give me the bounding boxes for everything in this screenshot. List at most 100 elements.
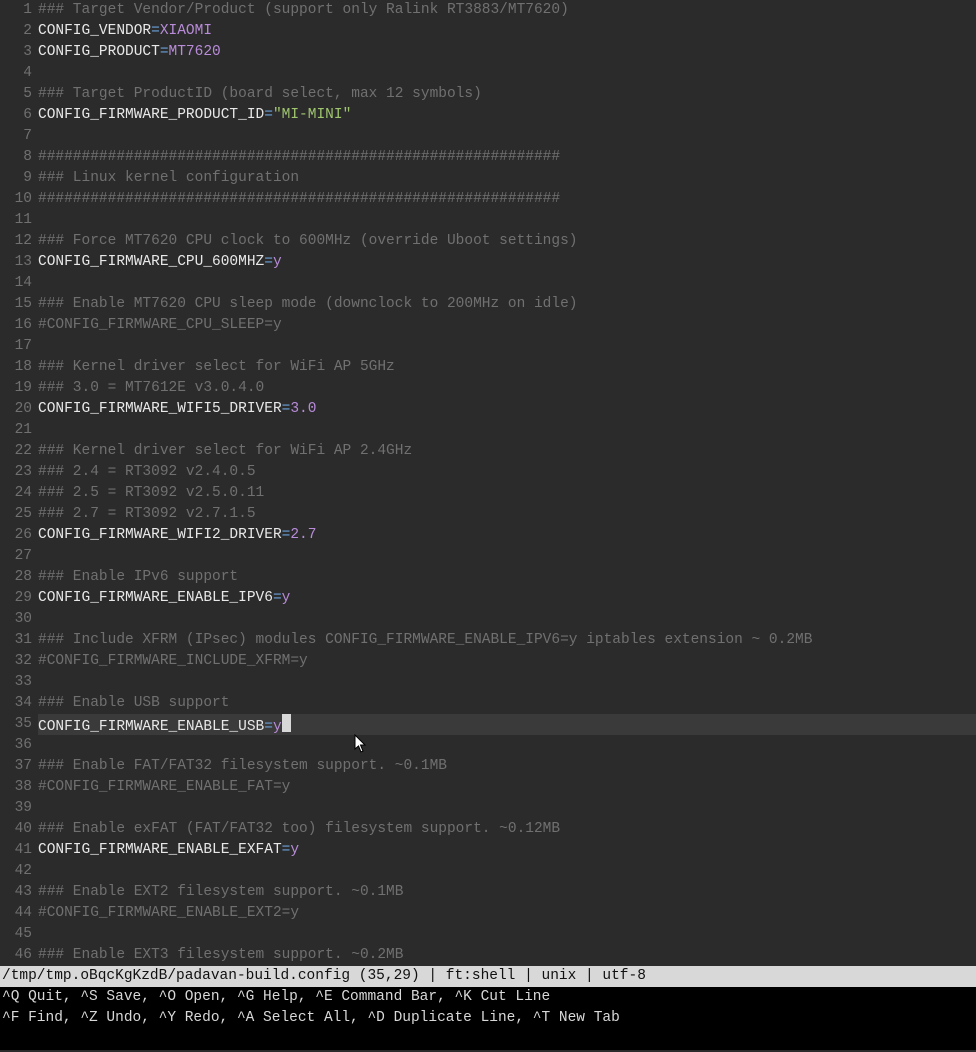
line-number: 43: [0, 882, 32, 903]
line-number: 46: [0, 945, 32, 966]
line-number: 27: [0, 546, 32, 567]
code-line[interactable]: ### 2.4 = RT3092 v2.4.0.5: [38, 462, 976, 483]
line-number: 23: [0, 462, 32, 483]
line-number: 40: [0, 819, 32, 840]
code-line[interactable]: CONFIG_FIRMWARE_CPU_600MHZ=y: [38, 252, 976, 273]
line-number: 42: [0, 861, 32, 882]
code-line[interactable]: CONFIG_FIRMWARE_ENABLE_USB=y: [38, 714, 976, 735]
code-line[interactable]: ### Enable exFAT (FAT/FAT32 too) filesys…: [38, 819, 976, 840]
line-number: 26: [0, 525, 32, 546]
line-number: 15: [0, 294, 32, 315]
code-line[interactable]: CONFIG_FIRMWARE_WIFI5_DRIVER=3.0: [38, 399, 976, 420]
code-content[interactable]: ### Target Vendor/Product (support only …: [36, 0, 976, 966]
line-number: 4: [0, 63, 32, 84]
code-line[interactable]: ### 2.7 = RT3092 v2.7.1.5: [38, 504, 976, 525]
line-number: 3: [0, 42, 32, 63]
status-bar: /tmp/tmp.oBqcKgKzdB/padavan-build.config…: [0, 966, 976, 987]
code-line[interactable]: [38, 420, 976, 441]
code-line[interactable]: CONFIG_FIRMWARE_WIFI2_DRIVER=2.7: [38, 525, 976, 546]
line-number: 20: [0, 399, 32, 420]
code-line[interactable]: CONFIG_FIRMWARE_ENABLE_EXFAT=y: [38, 840, 976, 861]
code-line[interactable]: [38, 126, 976, 147]
code-line[interactable]: ########################################…: [38, 147, 976, 168]
code-line[interactable]: ### Enable FAT/FAT32 filesystem support.…: [38, 756, 976, 777]
line-number: 35: [0, 714, 32, 735]
help-line-1: ^Q Quit, ^S Save, ^O Open, ^G Help, ^E C…: [2, 987, 976, 1008]
code-line[interactable]: [38, 798, 976, 819]
line-number: 36: [0, 735, 32, 756]
editor-area[interactable]: 1234567891011121314151617181920212223242…: [0, 0, 976, 966]
line-number: 13: [0, 252, 32, 273]
code-line[interactable]: [38, 336, 976, 357]
line-number: 2: [0, 21, 32, 42]
code-line[interactable]: [38, 861, 976, 882]
line-number: 17: [0, 336, 32, 357]
text-cursor: [282, 714, 291, 732]
line-number: 19: [0, 378, 32, 399]
help-line-2: ^F Find, ^Z Undo, ^Y Redo, ^A Select All…: [2, 1008, 976, 1029]
line-number: 16: [0, 315, 32, 336]
code-line[interactable]: #CONFIG_FIRMWARE_CPU_SLEEP=y: [38, 315, 976, 336]
code-line[interactable]: ### Target Vendor/Product (support only …: [38, 0, 976, 21]
code-line[interactable]: [38, 210, 976, 231]
line-number: 14: [0, 273, 32, 294]
line-number: 22: [0, 441, 32, 462]
code-line[interactable]: ### Enable EXT2 filesystem support. ~0.1…: [38, 882, 976, 903]
code-line[interactable]: #CONFIG_FIRMWARE_ENABLE_EXT2=y: [38, 903, 976, 924]
line-number: 29: [0, 588, 32, 609]
line-number: 44: [0, 903, 32, 924]
line-number: 5: [0, 84, 32, 105]
line-number: 32: [0, 651, 32, 672]
line-number: 41: [0, 840, 32, 861]
line-number: 9: [0, 168, 32, 189]
code-line[interactable]: [38, 609, 976, 630]
line-number: 6: [0, 105, 32, 126]
code-line[interactable]: ### 3.0 = MT7612E v3.0.4.0: [38, 378, 976, 399]
line-number: 7: [0, 126, 32, 147]
line-number: 24: [0, 483, 32, 504]
code-line[interactable]: ### Enable USB support: [38, 693, 976, 714]
code-line[interactable]: ### 2.5 = RT3092 v2.5.0.11: [38, 483, 976, 504]
line-number: 18: [0, 357, 32, 378]
line-number: 28: [0, 567, 32, 588]
code-line[interactable]: ### Linux kernel configuration: [38, 168, 976, 189]
code-line[interactable]: CONFIG_PRODUCT=MT7620: [38, 42, 976, 63]
line-number: 25: [0, 504, 32, 525]
line-number: 1: [0, 0, 32, 21]
code-line[interactable]: ### Kernel driver select for WiFi AP 5GH…: [38, 357, 976, 378]
line-number: 39: [0, 798, 32, 819]
code-line[interactable]: CONFIG_FIRMWARE_PRODUCT_ID="MI-MINI": [38, 105, 976, 126]
line-number: 34: [0, 693, 32, 714]
code-line[interactable]: [38, 273, 976, 294]
code-line[interactable]: ### Include XFRM (IPsec) modules CONFIG_…: [38, 630, 976, 651]
line-number: 12: [0, 231, 32, 252]
code-line[interactable]: ### Enable EXT3 filesystem support. ~0.2…: [38, 945, 976, 966]
code-line[interactable]: [38, 735, 976, 756]
line-number: 38: [0, 777, 32, 798]
code-line[interactable]: ########################################…: [38, 189, 976, 210]
line-number: 33: [0, 672, 32, 693]
code-line[interactable]: #CONFIG_FIRMWARE_INCLUDE_XFRM=y: [38, 651, 976, 672]
line-number: 21: [0, 420, 32, 441]
code-line[interactable]: [38, 546, 976, 567]
code-line[interactable]: [38, 924, 976, 945]
code-line[interactable]: CONFIG_VENDOR=XIAOMI: [38, 21, 976, 42]
code-line[interactable]: [38, 63, 976, 84]
code-line[interactable]: ### Target ProductID (board select, max …: [38, 84, 976, 105]
code-line[interactable]: ### Enable MT7620 CPU sleep mode (downcl…: [38, 294, 976, 315]
code-line[interactable]: #CONFIG_FIRMWARE_ENABLE_FAT=y: [38, 777, 976, 798]
line-number: 10: [0, 189, 32, 210]
line-number: 11: [0, 210, 32, 231]
code-line[interactable]: ### Force MT7620 CPU clock to 600MHz (ov…: [38, 231, 976, 252]
line-number: 30: [0, 609, 32, 630]
line-number: 45: [0, 924, 32, 945]
code-line[interactable]: CONFIG_FIRMWARE_ENABLE_IPV6=y: [38, 588, 976, 609]
line-number: 37: [0, 756, 32, 777]
code-line[interactable]: ### Kernel driver select for WiFi AP 2.4…: [38, 441, 976, 462]
code-line[interactable]: [38, 672, 976, 693]
help-blank: [2, 1029, 976, 1050]
code-line[interactable]: ### Enable IPv6 support: [38, 567, 976, 588]
line-number: 8: [0, 147, 32, 168]
line-number-gutter: 1234567891011121314151617181920212223242…: [0, 0, 36, 966]
line-number: 31: [0, 630, 32, 651]
